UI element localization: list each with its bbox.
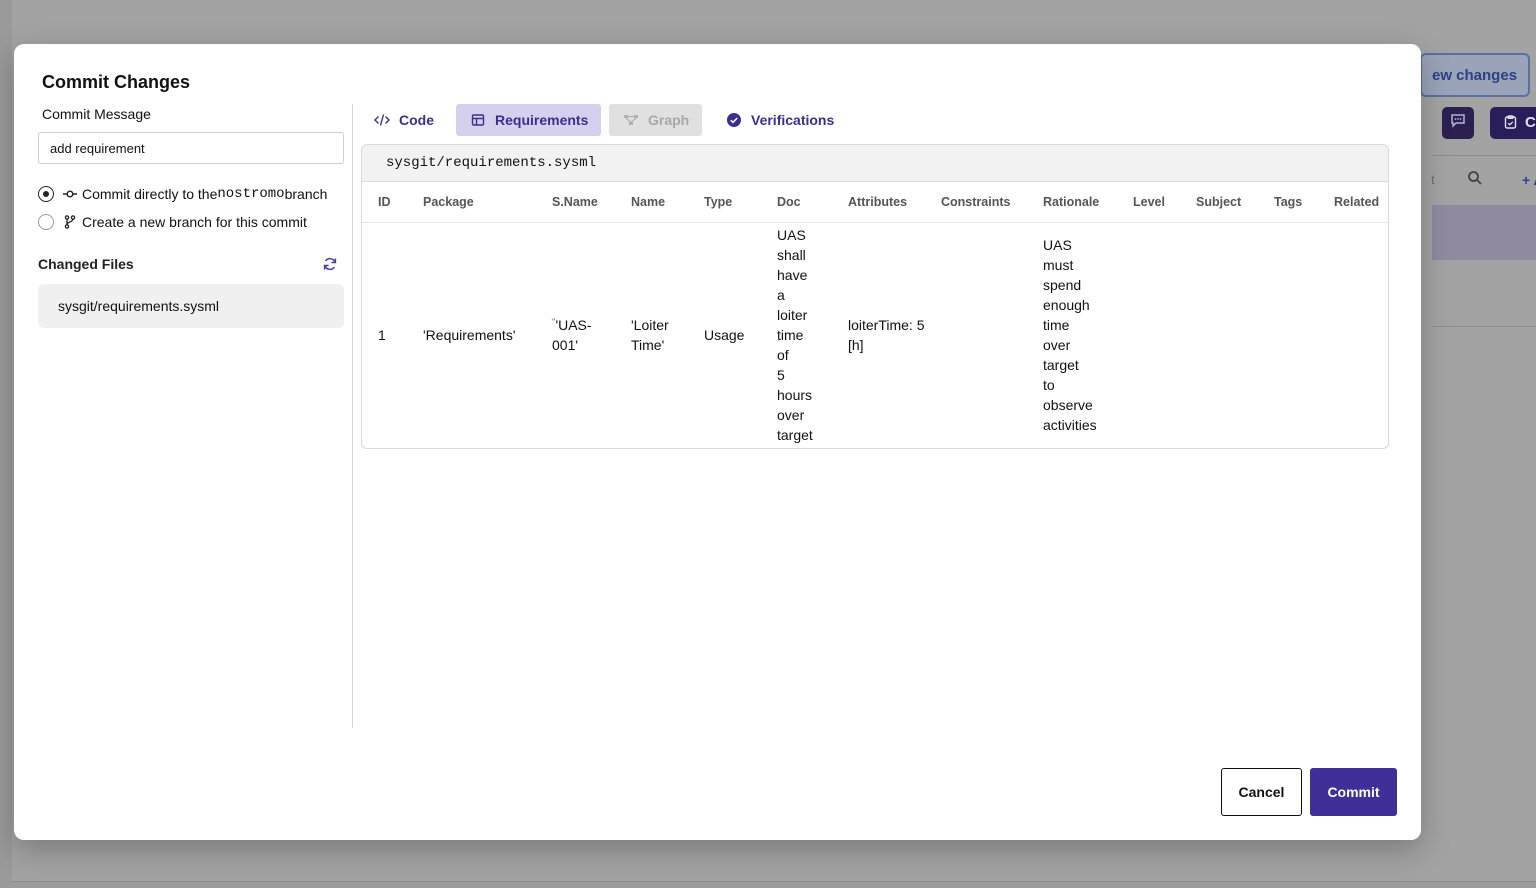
- commit-direct-label-suffix: branch: [284, 186, 328, 202]
- cell-sname: '''UAS-001': [536, 222, 615, 448]
- background-selected-row: [1432, 205, 1536, 260]
- diff-marker: '': [552, 317, 556, 328]
- column-header: ID: [362, 182, 407, 223]
- column-header: Package: [407, 182, 536, 223]
- table-header-row: ID Package S.Name Name Type Doc Attribut…: [362, 182, 1388, 223]
- code-icon: [374, 112, 390, 128]
- requirements-table: ID Package S.Name Name Type Doc Attribut…: [362, 182, 1388, 448]
- commit-options-panel: Commit Message Commit directly to the no…: [38, 104, 354, 728]
- cell-sname-value: 'UAS-001': [552, 317, 592, 354]
- tab-verifications-label: Verifications: [751, 112, 835, 128]
- search-icon[interactable]: [1467, 170, 1483, 190]
- cell-related: [1318, 222, 1388, 448]
- changed-files-title: Changed Files: [38, 256, 134, 272]
- cell-doc: UAS shall have a loiter time of 5 hours …: [777, 227, 813, 444]
- tab-graph-label: Graph: [648, 112, 690, 128]
- background-column-fragment: t: [1431, 172, 1435, 187]
- requirements-panel: sysgit/requirements.sysml ID Package S.N…: [361, 144, 1389, 449]
- cell-rationale: UAS must spend enough time over target t…: [1043, 237, 1097, 434]
- commit-changes-dialog: Commit Changes Commit Message Commit dir…: [14, 44, 1421, 840]
- tab-code-label: Code: [399, 112, 434, 128]
- background-divider: [1432, 155, 1536, 156]
- cell-attributes: loiterTime: 5 [h]: [848, 317, 925, 354]
- column-header: Attributes: [832, 182, 925, 223]
- column-header: Type: [688, 182, 761, 223]
- commit-direct-option[interactable]: Commit directly to the nostromo branch: [38, 184, 327, 204]
- new-branch-label: Create a new branch for this commit: [82, 214, 307, 230]
- table-icon: [470, 112, 486, 128]
- commit-message-label: Commit Message: [42, 106, 151, 122]
- dialog-title: Commit Changes: [42, 72, 191, 92]
- panel-divider: [352, 104, 353, 728]
- commit-direct-label-prefix: Commit directly to the: [82, 186, 218, 202]
- new-branch-option[interactable]: Create a new branch for this commit: [38, 212, 307, 232]
- background-footer: [12, 881, 1536, 888]
- create-button-label: Cre: [1525, 114, 1536, 131]
- background-divider: [1432, 326, 1536, 327]
- column-header: Level: [1117, 182, 1180, 223]
- cell-name: 'Loiter Time': [631, 317, 669, 354]
- graph-icon: [623, 112, 639, 128]
- tab-graph: Graph: [609, 104, 702, 136]
- check-circle-icon: [726, 112, 742, 128]
- commit-icon: [63, 189, 77, 199]
- branch-name: nostromo: [217, 186, 285, 202]
- create-button[interactable]: Cre: [1490, 107, 1536, 139]
- refresh-icon[interactable]: [322, 256, 338, 272]
- chat-bubble-icon[interactable]: [1442, 107, 1474, 139]
- branch-icon: [63, 215, 77, 229]
- add-button[interactable]: + Ac: [1522, 172, 1536, 188]
- changed-file-item[interactable]: sysgit/requirements.sysml: [38, 284, 344, 328]
- tab-code[interactable]: Code: [372, 104, 436, 136]
- tab-requirements-label: Requirements: [495, 112, 589, 128]
- column-header: Constraints: [925, 182, 1027, 223]
- cell-id: 1: [378, 327, 386, 344]
- column-header: Related: [1318, 182, 1388, 223]
- cell-package: 'Requirements': [423, 327, 516, 344]
- file-path-header: sysgit/requirements.sysml: [362, 145, 1388, 182]
- new-branch-radio[interactable]: [38, 214, 54, 230]
- cell-level: [1117, 222, 1180, 448]
- cancel-button[interactable]: Cancel: [1221, 768, 1302, 816]
- commit-direct-radio[interactable]: [38, 186, 54, 202]
- column-header: Doc: [761, 182, 832, 223]
- column-header: S.Name: [536, 182, 615, 223]
- cell-constraints: [925, 222, 1027, 448]
- cell-tags: [1258, 222, 1318, 448]
- cell-type: Usage: [704, 327, 745, 344]
- column-header: Rationale: [1027, 182, 1117, 223]
- table-row: 1 'Requirements' '''UAS-001' 'Loiter Tim…: [362, 222, 1388, 448]
- tab-verifications[interactable]: Verifications: [724, 104, 836, 136]
- commit-message-input[interactable]: [38, 132, 344, 164]
- column-header: Subject: [1180, 182, 1258, 223]
- view-changes-button[interactable]: ew changes: [1420, 53, 1530, 97]
- tab-requirements[interactable]: Requirements: [456, 104, 601, 136]
- column-header: Name: [615, 182, 688, 223]
- commit-button[interactable]: Commit: [1310, 768, 1397, 816]
- column-header: Tags: [1258, 182, 1318, 223]
- cell-subject: [1180, 222, 1258, 448]
